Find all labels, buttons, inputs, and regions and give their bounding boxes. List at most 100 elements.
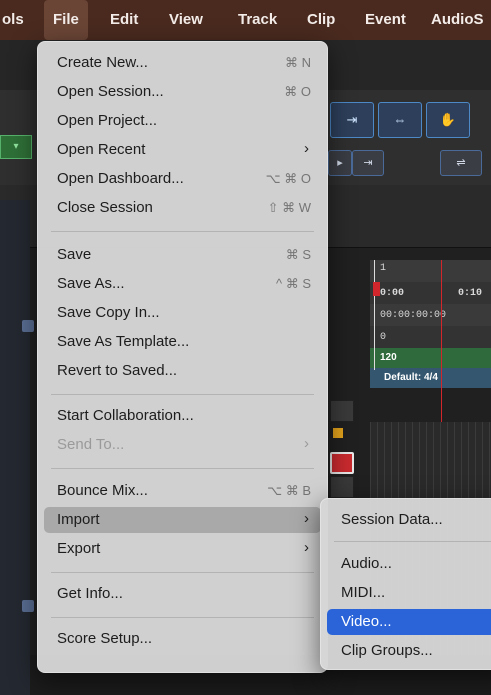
bars-ruler[interactable]: 1 xyxy=(370,260,491,283)
menu-separator xyxy=(51,572,314,573)
track-list-control[interactable] xyxy=(22,600,34,612)
timecode-start: 00:00:00:00 xyxy=(380,310,447,321)
menu-item-label: Save As... xyxy=(57,275,125,292)
menu-item-create-new[interactable]: Create New... ⌘ N xyxy=(44,50,321,76)
import-submenu: Session Data... Audio... MIDI... Video..… xyxy=(320,498,491,670)
menu-item-start-collaboration[interactable]: Start Collaboration... xyxy=(44,403,321,429)
menu-item-save-as[interactable]: Save As... ^ ⌘ S xyxy=(44,271,321,297)
menu-item-label: Save xyxy=(57,246,92,263)
menu-item-revert-to-saved[interactable]: Revert to Saved... xyxy=(44,358,321,384)
menu-item-label: MIDI... xyxy=(341,584,386,601)
nav-back-button[interactable]: ▸ xyxy=(328,150,352,176)
chevron-right-icon: › xyxy=(304,435,309,452)
submenu-item-video[interactable]: Video... xyxy=(327,609,491,635)
menu-item-label: Save Copy In... xyxy=(57,304,160,321)
menu-item-label: Send To... xyxy=(57,436,125,453)
menu-item-label: Open Recent xyxy=(57,141,146,158)
menu-tools[interactable]: ols xyxy=(2,0,33,40)
menu-item-label: Open Project... xyxy=(57,112,158,129)
menu-item-label: Get Info... xyxy=(57,585,123,602)
submenu-item-session-data[interactable]: Session Data... xyxy=(327,507,491,533)
menu-separator xyxy=(51,468,314,469)
menu-separator xyxy=(334,541,491,542)
menu-item-shortcut: ⇧ ⌘ W xyxy=(267,200,311,215)
menu-item-open-recent[interactable]: Open Recent › xyxy=(44,137,321,163)
menu-item-shortcut: ⌘ O xyxy=(284,84,311,99)
menu-item-shortcut: ⌘ S xyxy=(285,247,311,262)
grabber-tool-button[interactable]: ✋ xyxy=(426,102,470,138)
submenu-item-midi[interactable]: MIDI... xyxy=(327,580,491,606)
track-list-control[interactable] xyxy=(22,320,34,332)
tempo-value: 120 xyxy=(380,352,397,363)
menu-item-label: Save As Template... xyxy=(57,333,190,350)
menu-item-save-as-template[interactable]: Save As Template... xyxy=(44,329,321,355)
menu-item-export[interactable]: Export › xyxy=(44,536,321,562)
green-mode-button[interactable]: ▾ xyxy=(0,135,32,159)
menu-item-close-session[interactable]: Close Session ⇧ ⌘ W xyxy=(44,195,321,221)
menu-file[interactable]: File xyxy=(44,0,88,40)
playhead-marker[interactable] xyxy=(373,282,380,296)
menu-item-import[interactable]: Import › xyxy=(44,507,321,533)
meter-ruler[interactable]: Default: 4/4 xyxy=(370,368,491,388)
minsec-start: 0:00 xyxy=(380,288,405,299)
menu-track[interactable]: Track xyxy=(229,0,286,40)
samples-start: 0 xyxy=(380,332,387,343)
chevron-right-icon: › xyxy=(304,140,309,157)
marker-flag[interactable] xyxy=(333,428,343,438)
record-enable-button[interactable] xyxy=(330,452,354,474)
menu-item-label: Import xyxy=(57,511,100,528)
menu-item-shortcut: ⌥ ⌘ B xyxy=(267,483,311,498)
menu-audiosuite[interactable]: AudioS xyxy=(422,0,491,40)
bar-label: 1 xyxy=(380,263,387,274)
menu-item-save[interactable]: Save ⌘ S xyxy=(44,242,321,268)
submenu-item-audio[interactable]: Audio... xyxy=(327,551,491,577)
timecode-ruler[interactable]: 00:00:00:00 xyxy=(370,304,491,327)
menu-item-label: Start Collaboration... xyxy=(57,407,194,424)
menu-item-score-setup[interactable]: Score Setup... xyxy=(44,626,321,652)
chevron-right-icon: › xyxy=(304,510,309,527)
menu-separator xyxy=(51,231,314,232)
menu-item-shortcut: ^ ⌘ S xyxy=(276,276,311,291)
meter-value: Default: 4/4 xyxy=(384,372,438,383)
menu-separator xyxy=(51,394,314,395)
menu-item-shortcut: ⌥ ⌘ O xyxy=(265,171,311,186)
menu-item-shortcut: ⌘ N xyxy=(285,55,311,70)
menu-item-label: Open Dashboard... xyxy=(57,170,184,187)
samples-ruler[interactable]: 0 xyxy=(370,326,491,349)
menu-item-label: Open Session... xyxy=(57,83,164,100)
menu-item-label: Video... xyxy=(341,613,392,630)
menu-item-get-info[interactable]: Get Info... xyxy=(44,581,321,607)
menu-clip[interactable]: Clip xyxy=(298,0,344,40)
menu-item-label: Close Session xyxy=(57,199,153,216)
menu-item-label: Revert to Saved... xyxy=(57,362,178,379)
track-control[interactable] xyxy=(330,476,354,498)
link-button[interactable]: ⇌ xyxy=(440,150,482,176)
menu-item-label: Audio... xyxy=(341,555,392,572)
menu-item-open-session[interactable]: Open Session... ⌘ O xyxy=(44,79,321,105)
menu-item-bounce-mix[interactable]: Bounce Mix... ⌥ ⌘ B xyxy=(44,478,321,504)
chevron-right-icon: › xyxy=(304,539,309,556)
menu-item-label: Clip Groups... xyxy=(341,642,433,659)
menu-event[interactable]: Event xyxy=(356,0,415,40)
selector-tool-button[interactable]: ⇔ xyxy=(378,102,422,138)
trim-tool-button[interactable]: ⇥ xyxy=(330,102,374,138)
track-list-edge xyxy=(0,200,34,695)
menu-item-label: Export xyxy=(57,540,101,557)
menu-bar: ols File Edit View Track Clip Event Audi… xyxy=(0,0,491,40)
ruler-control[interactable] xyxy=(330,400,354,422)
minsec-next: 0:10 xyxy=(458,288,483,299)
insertion-line xyxy=(374,260,375,370)
menu-item-label: Bounce Mix... xyxy=(57,482,148,499)
menu-view[interactable]: View xyxy=(160,0,212,40)
minsec-ruler[interactable]: 0:00 0:10 xyxy=(370,282,491,305)
menu-edit[interactable]: Edit xyxy=(101,0,147,40)
tempo-ruler[interactable]: 120 xyxy=(370,348,491,368)
nav-forward-button[interactable]: ⇥ xyxy=(352,150,384,176)
menu-item-label: Create New... xyxy=(57,54,148,71)
submenu-item-clip-groups[interactable]: Clip Groups... xyxy=(327,638,491,664)
menu-item-open-project[interactable]: Open Project... xyxy=(44,108,321,134)
menu-separator xyxy=(51,617,314,618)
menu-item-label: Session Data... xyxy=(341,511,443,528)
menu-item-open-dashboard[interactable]: Open Dashboard... ⌥ ⌘ O xyxy=(44,166,321,192)
menu-item-save-copy-in[interactable]: Save Copy In... xyxy=(44,300,321,326)
